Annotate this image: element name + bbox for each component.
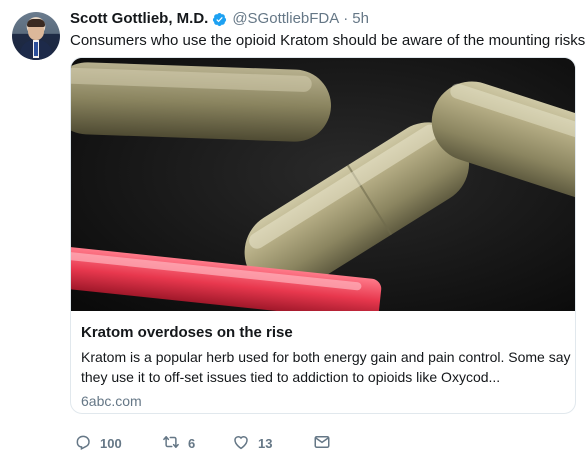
reply-count: 100 [100,435,122,451]
like-count: 13 [258,435,273,451]
avatar[interactable] [12,12,60,60]
card-domain[interactable]: 6abc.com [81,392,565,410]
tweet-actions: 100 6 13 [70,432,370,454]
kratom-capsules-photo [71,58,575,311]
separator-dot: · [343,10,349,27]
retweet-button[interactable]: 6 [162,432,195,454]
tweet-text: Consumers who use the opioid Kratom shou… [70,32,586,49]
like-button[interactable]: 13 [232,432,272,454]
tweet[interactable]: Scott Gottlieb, M.D. @SGottliebFDA · 5h … [0,0,586,462]
tweet-timestamp[interactable]: 5h [352,9,369,29]
tweet-header: Scott Gottlieb, M.D. @SGottliebFDA · 5h [70,9,369,29]
retweet-icon [162,433,180,454]
reply-icon [74,433,92,454]
author-handle[interactable]: @SGottliebFDA [232,9,339,29]
card-title[interactable]: Kratom overdoses on the rise [81,323,565,342]
envelope-icon [313,433,331,454]
direct-message-button[interactable] [313,432,331,454]
avatar-tie [34,42,38,56]
avatar-hair [27,19,45,27]
card-image[interactable] [71,58,575,311]
verified-badge-icon [212,12,227,27]
card-description: Kratom is a popular herb used for both e… [81,349,571,385]
heart-icon [232,433,250,454]
reply-button[interactable]: 100 [74,432,122,454]
retweet-count: 6 [188,435,196,451]
card-body: Kratom overdoses on the rise Kratom is a… [71,311,575,413]
link-card[interactable]: Kratom overdoses on the rise Kratom is a… [70,57,576,414]
author-name[interactable]: Scott Gottlieb, M.D. [70,9,208,29]
